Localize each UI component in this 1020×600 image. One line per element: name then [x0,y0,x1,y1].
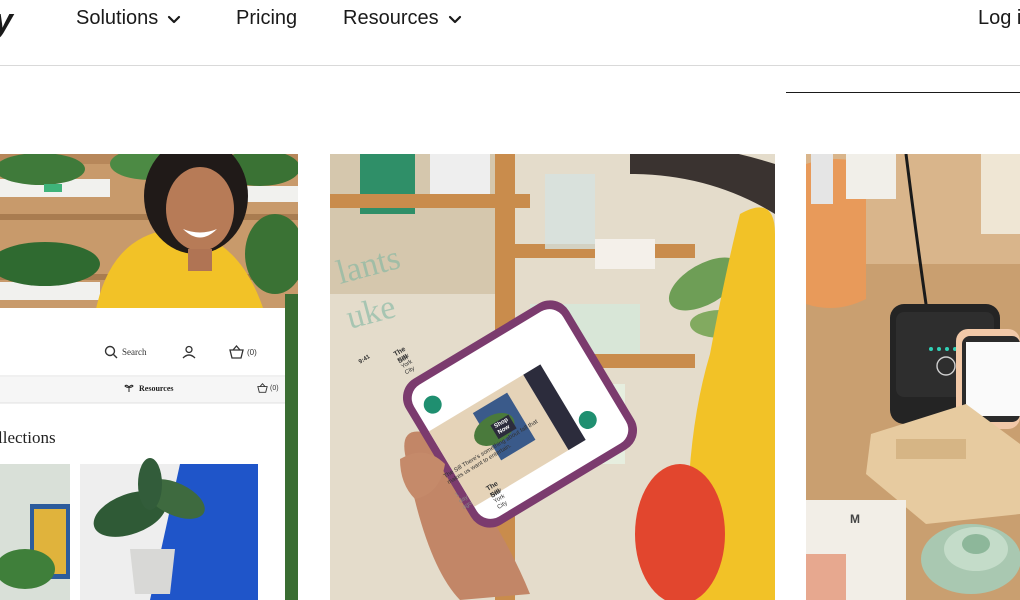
basket-icon [257,383,268,393]
phone-image-card[interactable]: lants uke 9:41 The Sill New York City Sh… [330,154,775,600]
storefront-cart[interactable]: (0) [229,345,257,359]
chevron-down-icon [168,15,181,23]
storefront-search[interactable]: Search [104,345,147,359]
nav-resources-label: Resources [343,7,439,29]
cart-count-secondary: (0) [270,384,279,392]
nav-pricing-label: Pricing [236,7,298,29]
collections-heading: llections [0,428,56,447]
book-letter: M [850,512,860,526]
basket-icon [229,345,244,359]
nav-solutions[interactable]: Solutions [76,7,182,30]
chevron-down-icon [448,15,461,23]
logo[interactable]: y [0,2,13,41]
phone-illustration: lants uke [330,154,775,600]
account-icon[interactable] [182,345,196,359]
tab-underline [786,92,1020,93]
nav-solutions-label: Solutions [76,7,159,29]
cart-count: (0) [247,347,257,357]
search-label: Search [122,347,147,357]
login-link[interactable]: Log i [978,7,1020,30]
storefront-image-card[interactable]: Search (0) Resources (0) llections [0,154,298,600]
resources-label: Resources [139,383,174,393]
storefront-cart-secondary[interactable]: (0) [257,383,279,393]
nav-pricing[interactable]: Pricing [236,7,297,30]
pos-illustration [806,154,1020,600]
plant-icon [124,384,134,392]
nav-resources[interactable]: Resources [343,7,463,30]
pos-image-card[interactable]: M [806,154,1020,600]
storefront-illustration [0,154,298,600]
storefront-resources-tab[interactable]: Resources [124,383,174,393]
search-icon [104,345,118,359]
top-navigation: y Solutions Pricing Resources Log i [0,0,1020,66]
